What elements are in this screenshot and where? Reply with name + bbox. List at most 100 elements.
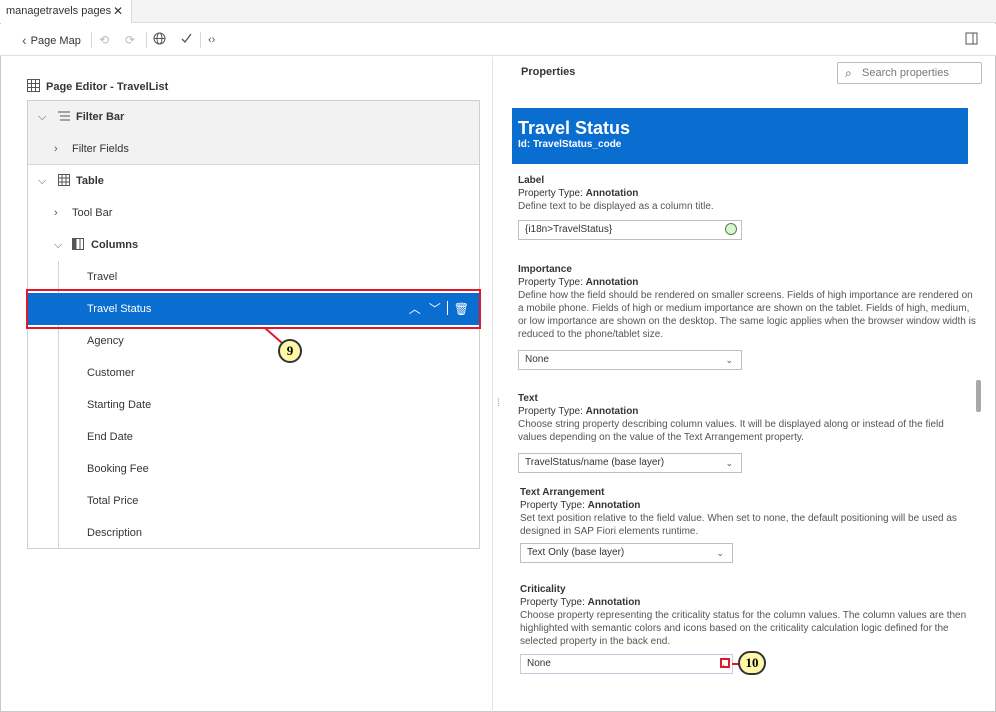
page-editor-title-text: Page Editor - TravelList bbox=[46, 81, 169, 93]
tree-label: Table bbox=[76, 175, 104, 187]
chevron-right-icon[interactable]: › bbox=[54, 197, 58, 229]
column-item[interactable]: Agency bbox=[28, 325, 479, 357]
search-placeholder: Search properties bbox=[862, 67, 949, 79]
text-section: Text Property Type: Annotation Choose st… bbox=[518, 392, 968, 444]
tree-label: Columns bbox=[91, 239, 139, 251]
chevron-down-icon: ⌄ bbox=[725, 355, 733, 365]
chevron-down-icon[interactable]: ⌵ bbox=[38, 101, 46, 133]
section-name: Criticality bbox=[520, 584, 566, 595]
scrollbar-thumb[interactable] bbox=[976, 380, 981, 412]
panel-toggle-icon[interactable] bbox=[965, 32, 978, 48]
code-icon[interactable]: ‹› bbox=[208, 32, 215, 48]
chevron-right-icon[interactable]: › bbox=[54, 133, 58, 165]
label-input-value: {i18n>TravelStatus} bbox=[525, 224, 613, 235]
chevron-down-icon[interactable]: ⌵ bbox=[38, 165, 46, 197]
column-item-label: End Date bbox=[87, 431, 133, 443]
highlight-box bbox=[26, 289, 481, 329]
column-item-label: Total Price bbox=[87, 495, 139, 507]
column-item-label: Customer bbox=[87, 367, 135, 379]
tree-node-columns[interactable]: ⌵ Columns bbox=[28, 229, 479, 261]
section-name: Text bbox=[518, 393, 538, 404]
toolbar-separator bbox=[146, 32, 147, 48]
section-description: Define text to be displayed as a column … bbox=[518, 201, 714, 212]
tree-label: Tool Bar bbox=[72, 207, 113, 219]
toolbar: ‹ Page Map ⟲ ⟳ ‹› bbox=[0, 24, 996, 56]
tree-node-table[interactable]: ⌵ Table bbox=[28, 165, 479, 197]
property-header: Travel Status Id: TravelStatus_code bbox=[512, 108, 968, 164]
column-item[interactable]: Starting Date bbox=[28, 389, 479, 421]
property-type: Property Type: Annotation bbox=[518, 277, 639, 288]
importance-value: None bbox=[525, 354, 549, 365]
section-name: Label bbox=[518, 175, 545, 186]
highlight-box bbox=[720, 658, 730, 668]
chevron-down-icon: ⌄ bbox=[716, 548, 724, 558]
property-type: Property Type: Annotation bbox=[518, 188, 639, 199]
criticality-section: Criticality Property Type: Annotation Ch… bbox=[520, 583, 970, 648]
toolbar-separator bbox=[200, 32, 201, 48]
check-broom-icon[interactable] bbox=[180, 32, 193, 48]
page-map-label: Page Map bbox=[30, 35, 81, 47]
tab-strip: managetravels pages ✕ bbox=[0, 0, 996, 23]
columns-icon bbox=[72, 229, 84, 261]
tree-label: Filter Fields bbox=[72, 143, 129, 155]
tab-label: managetravels pages bbox=[6, 5, 112, 17]
property-header-title: Travel Status bbox=[518, 118, 631, 138]
text-arrangement-value: Text Only (base layer) bbox=[527, 547, 625, 558]
property-type: Property Type: Annotation bbox=[518, 406, 639, 417]
page-editor-pane: Page Editor - TravelList ⌵ Filter Bar › … bbox=[0, 57, 492, 712]
section-name: Text Arrangement bbox=[520, 487, 605, 498]
column-item[interactable]: End Date bbox=[28, 421, 479, 453]
column-item[interactable]: Booking Fee bbox=[28, 453, 479, 485]
tree-node-filter-bar[interactable]: ⌵ Filter Bar bbox=[28, 101, 479, 133]
column-item-label: Description bbox=[87, 527, 143, 539]
criticality-value: None bbox=[527, 658, 551, 669]
section-description: Set text position relative to the field … bbox=[520, 513, 957, 537]
property-type: Property Type: Annotation bbox=[520, 500, 641, 511]
column-item[interactable]: Customer bbox=[28, 357, 479, 389]
toolbar-separator bbox=[91, 32, 92, 48]
tree-node-tool-bar[interactable]: › Tool Bar bbox=[28, 197, 479, 229]
chevron-down-icon: ⌄ bbox=[725, 458, 733, 468]
column-item-label: Booking Fee bbox=[87, 463, 149, 475]
table-grid-icon bbox=[27, 79, 40, 92]
column-item[interactable]: Total Price bbox=[28, 485, 479, 517]
importance-section: Importance Property Type: Annotation Def… bbox=[518, 263, 978, 341]
table-icon bbox=[58, 165, 70, 197]
tree-node-filter-fields[interactable]: › Filter Fields bbox=[28, 133, 479, 165]
chevron-down-icon[interactable]: ⌵ bbox=[54, 229, 62, 261]
importance-select[interactable]: None ⌄ bbox=[518, 350, 742, 370]
globe-icon[interactable] bbox=[153, 32, 166, 48]
redo-icon[interactable]: ⟳ bbox=[125, 32, 135, 48]
section-description: Define how the field should be rendered … bbox=[518, 290, 976, 340]
filter-bar-icon bbox=[58, 101, 70, 133]
text-select[interactable]: TravelStatus/name (base layer) ⌄ bbox=[518, 453, 742, 473]
page-map-button[interactable]: ‹ Page Map bbox=[22, 32, 81, 48]
text-value: TravelStatus/name (base layer) bbox=[525, 457, 665, 468]
i18n-globe-icon[interactable] bbox=[725, 223, 737, 235]
search-icon: ⌕ bbox=[845, 66, 852, 80]
text-arrangement-select[interactable]: Text Only (base layer) ⌄ bbox=[520, 543, 733, 563]
section-description: Choose property representing the critica… bbox=[520, 610, 967, 647]
criticality-select[interactable]: None ⌄ bbox=[520, 654, 733, 674]
column-item-label: Agency bbox=[87, 335, 124, 347]
property-type: Property Type: Annotation bbox=[520, 597, 641, 608]
tab-managetravels-pages[interactable]: managetravels pages ✕ bbox=[0, 0, 132, 23]
property-header-id: Id: TravelStatus_code bbox=[518, 139, 622, 150]
page-editor-title: Page Editor - TravelList bbox=[27, 79, 168, 93]
section-description: Choose string property describing column… bbox=[518, 419, 944, 443]
column-item[interactable]: Description bbox=[28, 517, 479, 548]
label-section: Label Property Type: Annotation Define t… bbox=[518, 174, 958, 213]
search-properties-input[interactable]: ⌕ Search properties bbox=[837, 62, 982, 84]
tree-label: Filter Bar bbox=[76, 111, 125, 123]
section-name: Importance bbox=[518, 264, 572, 275]
callout-10: 10 bbox=[738, 651, 766, 675]
callout-9: 9 bbox=[278, 339, 302, 363]
close-icon[interactable]: ✕ bbox=[113, 0, 123, 23]
column-item-label: Starting Date bbox=[87, 399, 152, 411]
properties-pane: Properties ⌕ Search properties Travel St… bbox=[493, 57, 996, 712]
text-arrangement-section: Text Arrangement Property Type: Annotati… bbox=[520, 486, 960, 538]
properties-title: Properties bbox=[521, 66, 576, 78]
chevron-left-icon: ‹ bbox=[22, 32, 27, 48]
undo-icon[interactable]: ⟲ bbox=[99, 32, 109, 48]
label-input[interactable]: {i18n>TravelStatus} bbox=[518, 220, 742, 240]
